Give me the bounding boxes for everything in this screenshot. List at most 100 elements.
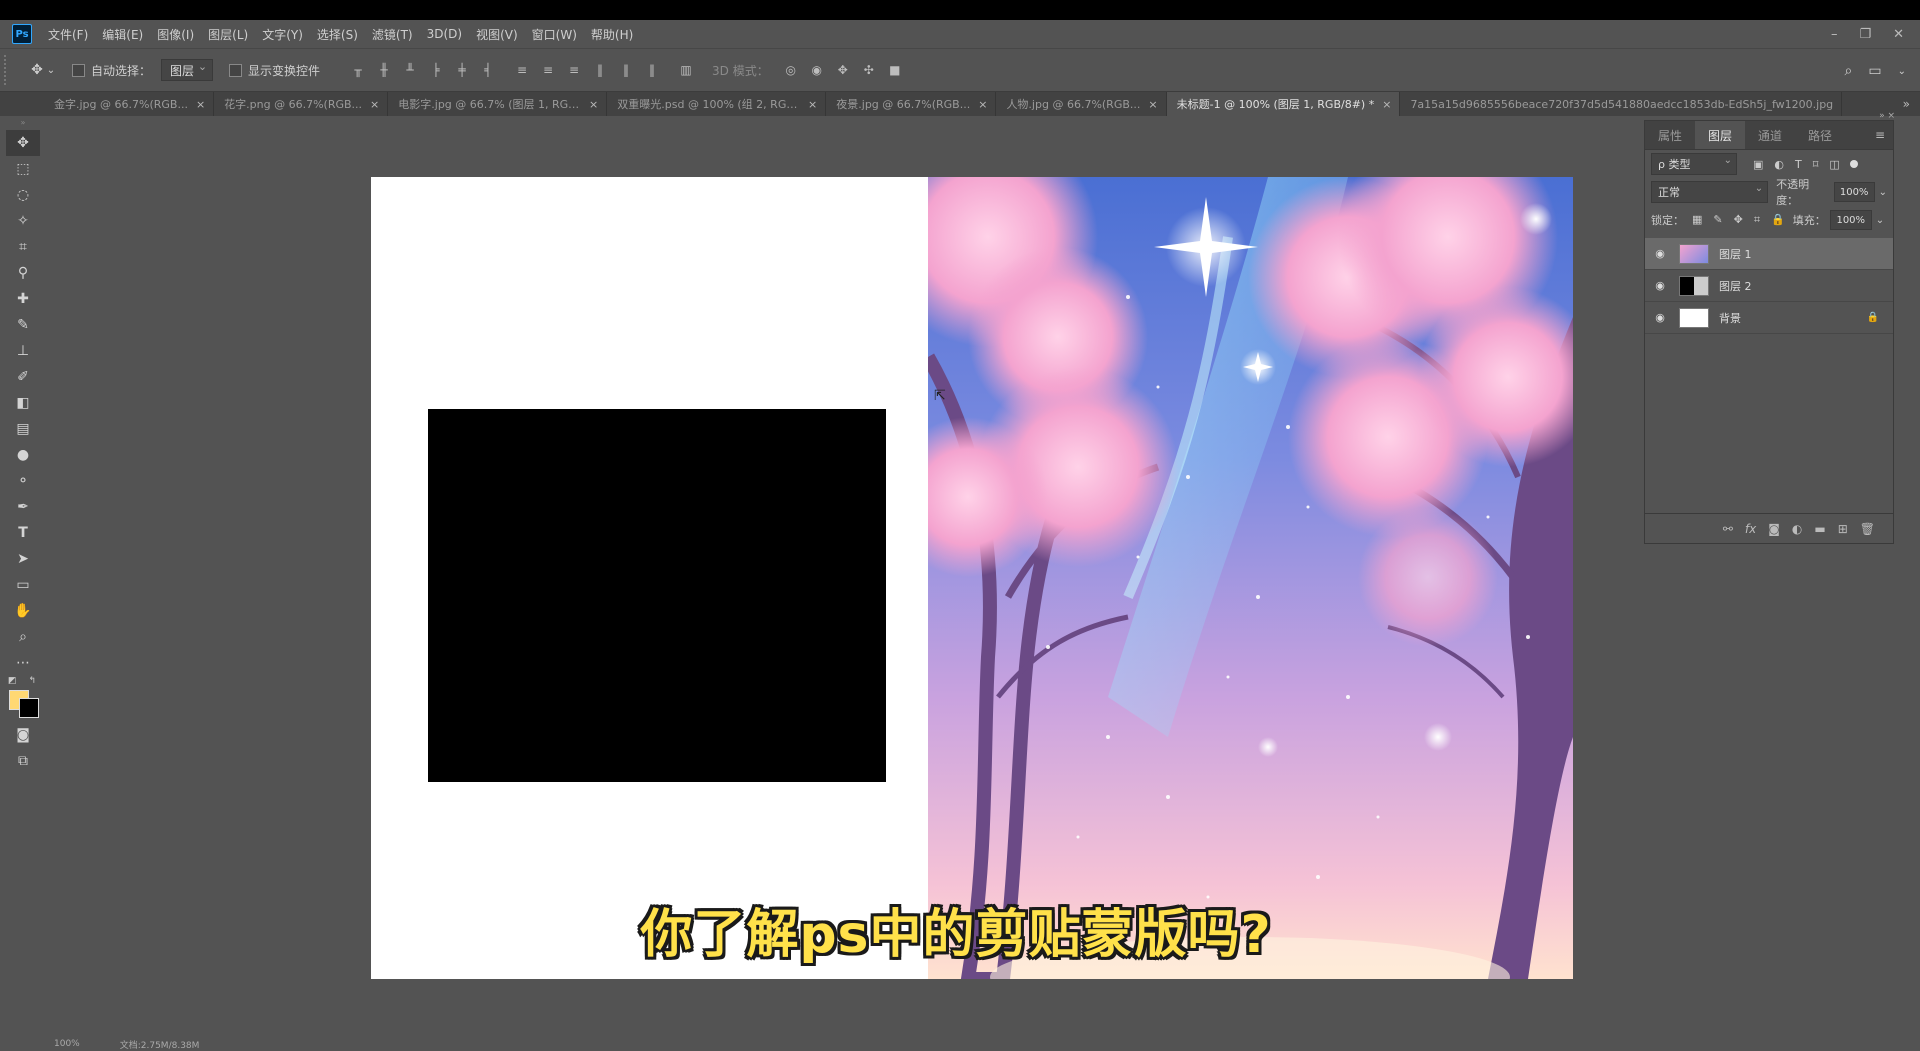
align-vcenter-icon[interactable]: ╫ [376, 62, 392, 78]
tab-night-scene[interactable]: 夜景.jpg @ 66.7%(RGB... × [826, 92, 997, 116]
shape-filter-icon[interactable]: ⌑ [1813, 158, 1819, 171]
move-tool[interactable]: ✥ [6, 130, 40, 156]
distribute-right-icon[interactable]: ‖ [644, 62, 660, 78]
panel-menu-icon[interactable]: ≡ [1875, 121, 1893, 149]
layer-style-icon[interactable]: fx [1745, 522, 1756, 536]
type-tool[interactable]: T [6, 520, 40, 546]
lasso-tool[interactable]: ◌ [6, 182, 40, 208]
menu-3d[interactable]: 3D(D) [427, 27, 462, 41]
auto-select-checkbox[interactable] [72, 63, 85, 77]
lock-transparent-icon[interactable]: ▦ [1692, 213, 1702, 227]
3d-orbit-icon[interactable]: ◎ [783, 62, 799, 78]
lock-artboard-icon[interactable]: ⌗ [1754, 213, 1760, 227]
tab-movie-text[interactable]: 电影字.jpg @ 66.7% (图层 1, RGB/8... × [388, 92, 608, 116]
more-tools-icon[interactable]: ⋯ [6, 650, 40, 676]
options-grip[interactable] [4, 55, 18, 85]
pixel-filter-icon[interactable]: ▣ [1753, 158, 1763, 171]
pen-tool[interactable]: ✒ [6, 494, 40, 520]
smart-object-filter-icon[interactable]: ◫ [1829, 158, 1839, 171]
eyedropper-tool[interactable]: ⚲ [6, 260, 40, 286]
tab-close-icon[interactable]: × [196, 98, 205, 111]
quick-mask-icon[interactable]: ◙ [6, 722, 40, 748]
menu-window[interactable]: 窗口(W) [532, 26, 577, 43]
3d-pan-icon[interactable]: ✥ [835, 62, 851, 78]
distribute-hcenter-icon[interactable]: ‖ [618, 62, 634, 78]
dodge-tool[interactable]: ⚬ [6, 468, 40, 494]
opacity-chevron-icon[interactable]: ⌄ [1879, 187, 1887, 198]
blend-mode-dropdown[interactable]: 正常 [1651, 181, 1769, 203]
tab-overflow-icon[interactable]: » [1903, 92, 1910, 116]
close-icon[interactable]: ✕ [1893, 27, 1904, 42]
healing-brush-tool[interactable]: ✚ [6, 286, 40, 312]
lock-position-icon[interactable]: ✥ [1734, 213, 1743, 227]
distribute-top-icon[interactable]: ≡ [514, 62, 530, 78]
menu-image[interactable]: 图像(I) [157, 26, 194, 43]
filter-toggle-icon[interactable] [1849, 160, 1858, 168]
align-hcenter-icon[interactable]: ╪ [454, 62, 470, 78]
workspace-chevron-icon[interactable]: ⌄ [1898, 66, 1906, 77]
distribute-bottom-icon[interactable]: ≡ [566, 62, 582, 78]
tab-properties[interactable]: 属性 [1645, 121, 1695, 149]
history-brush-tool[interactable]: ✐ [6, 364, 40, 390]
menu-filter[interactable]: 滤镜(T) [372, 26, 413, 43]
fill-chevron-icon[interactable]: ⌄ [1876, 215, 1884, 226]
tab-portrait[interactable]: 人物.jpg @ 66.7%(RGB... × [996, 92, 1167, 116]
delete-layer-icon[interactable]: 🗑 [1860, 522, 1875, 536]
menu-help[interactable]: 帮助(H) [591, 26, 633, 43]
photoshop-logo-icon[interactable]: Ps [12, 24, 32, 44]
lock-all-icon[interactable]: 🔒 [1771, 213, 1785, 227]
restore-icon[interactable]: ❐ [1859, 27, 1871, 42]
hand-tool[interactable]: ✋ [6, 598, 40, 624]
show-transform-checkbox[interactable] [229, 63, 243, 77]
minimize-icon[interactable]: – [1831, 27, 1838, 42]
black-rectangle-layer[interactable] [428, 409, 886, 782]
document-size[interactable]: 文档:2.75M/8.38M [120, 1038, 200, 1051]
menu-file[interactable]: 文件(F) [48, 26, 88, 43]
3d-slide-icon[interactable]: ✣ [861, 62, 877, 78]
align-right-icon[interactable]: ╡ [480, 62, 496, 78]
visibility-eye-icon[interactable]: ◉ [1651, 311, 1669, 324]
search-icon[interactable]: ⌕ [1845, 63, 1853, 79]
align-left-icon[interactable]: ╞ [428, 62, 444, 78]
magic-wand-tool[interactable]: ✧ [6, 208, 40, 234]
canvas-white-area[interactable] [371, 177, 928, 979]
align-bottom-icon[interactable]: ╨ [402, 62, 418, 78]
layer-row-background[interactable]: ◉ 背景 🔒 [1645, 302, 1893, 334]
auto-align-icon[interactable]: ▥ [678, 62, 694, 78]
menu-view[interactable]: 视图(V) [476, 26, 518, 43]
align-top-icon[interactable]: ╥ [350, 62, 366, 78]
opacity-input[interactable]: 100% [1833, 182, 1875, 202]
menu-type[interactable]: 文字(Y) [262, 26, 303, 43]
distribute-vcenter-icon[interactable]: ≡ [540, 62, 556, 78]
tab-flower-text[interactable]: 花字.png @ 66.7%(RGB... × [214, 92, 389, 116]
fill-input[interactable]: 100% [1829, 210, 1872, 230]
zoom-level[interactable]: 100% [54, 1039, 80, 1049]
default-colors-icon[interactable]: ◩ [8, 676, 17, 686]
tab-close-icon[interactable]: × [978, 98, 987, 111]
add-mask-icon[interactable]: ◙ [1768, 522, 1780, 536]
adjustment-layer-icon[interactable]: ◐ [1792, 522, 1802, 536]
tab-double-exposure[interactable]: 双重曝光.psd @ 100% (组 2, RGB/8... × [607, 92, 827, 116]
new-layer-icon[interactable]: ⊞ [1838, 522, 1848, 536]
menu-select[interactable]: 选择(S) [317, 26, 358, 43]
layer-row-2[interactable]: ◉ 图层 2 [1645, 270, 1893, 302]
canvas-starry-image[interactable] [928, 177, 1573, 979]
3d-roll-icon[interactable]: ◉ [809, 62, 825, 78]
menu-layer[interactable]: 图层(L) [208, 26, 248, 43]
layer-kind-filter[interactable]: ρ 类型 [1651, 153, 1737, 175]
gradient-tool[interactable]: ▤ [6, 416, 40, 442]
brush-tool[interactable]: ✎ [6, 312, 40, 338]
clone-stamp-tool[interactable]: ⊥ [6, 338, 40, 364]
tab-untitled-1[interactable]: 未标题-1 @ 100% (图层 1, RGB/8#) * × [1166, 92, 1401, 116]
lock-image-icon[interactable]: ✎ [1713, 213, 1722, 227]
swap-colors-icon[interactable]: ↰ [28, 676, 36, 686]
crop-tool[interactable]: ⌗ [6, 234, 40, 260]
tab-gold-text[interactable]: 金字.jpg @ 66.7%(RGB... × [44, 92, 215, 116]
toolbox-collapse-icon[interactable]: » [6, 118, 40, 130]
blur-tool[interactable]: ● [6, 442, 40, 468]
distribute-left-icon[interactable]: ‖ [592, 62, 608, 78]
background-color-swatch[interactable] [19, 698, 39, 718]
panel-collapse-icon[interactable]: » × [1879, 111, 1895, 121]
path-selection-tool[interactable]: ➤ [6, 546, 40, 572]
tool-preset-chevron-icon[interactable]: ⌄ [46, 61, 56, 79]
